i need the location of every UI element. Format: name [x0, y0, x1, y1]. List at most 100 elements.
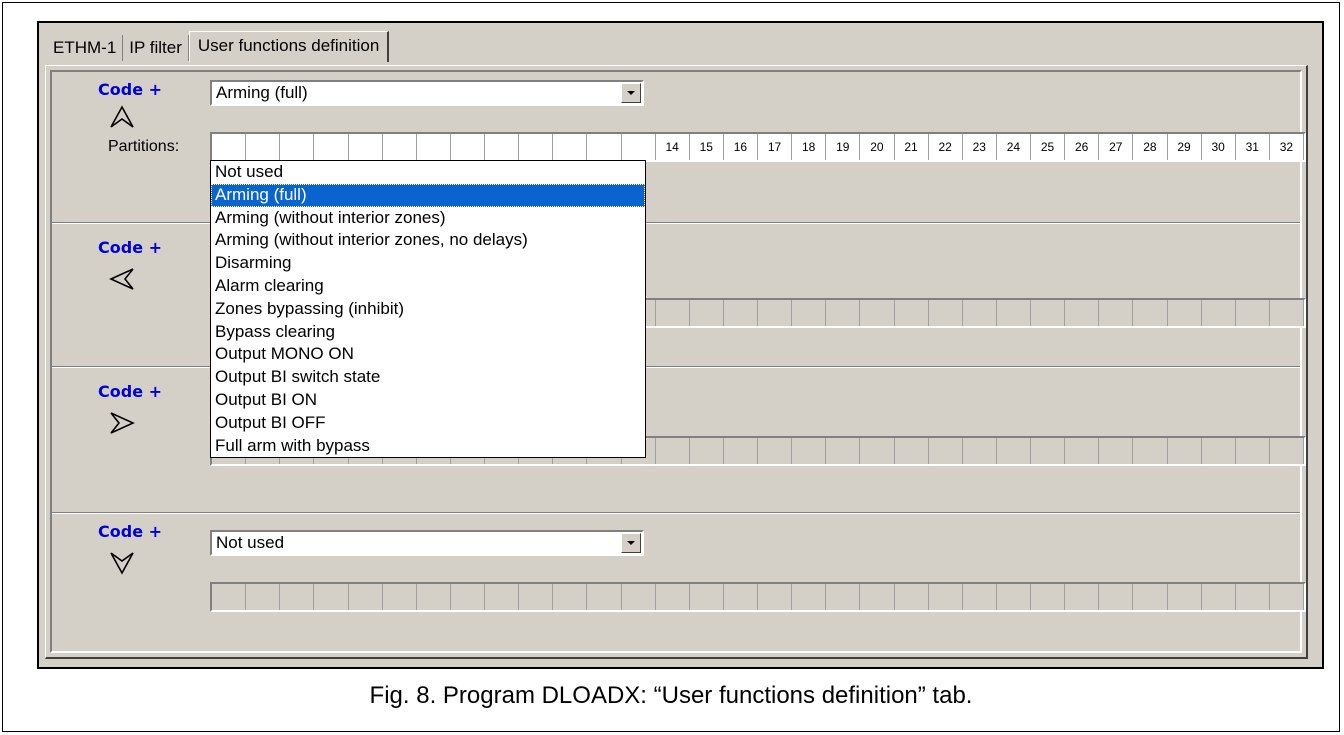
chevron-down-icon[interactable] — [621, 533, 641, 553]
partition-cell[interactable]: 23 — [963, 134, 997, 160]
partition-cell[interactable] — [656, 300, 690, 326]
partition-cell[interactable] — [519, 584, 554, 610]
partition-cell[interactable] — [587, 584, 622, 610]
partition-cell[interactable] — [656, 584, 690, 610]
partition-cell[interactable]: 17 — [758, 134, 793, 160]
partition-cell[interactable] — [724, 584, 758, 610]
partition-cell[interactable]: 28 — [1133, 134, 1168, 160]
partition-cell[interactable] — [963, 300, 997, 326]
partition-cell[interactable] — [1099, 584, 1134, 610]
function-dropdown-list[interactable]: Not used Arming (full) Arming (without int… — [210, 160, 646, 459]
partition-cell[interactable] — [1031, 584, 1066, 610]
partition-cell[interactable]: 26 — [1065, 134, 1100, 160]
partition-cell[interactable] — [1133, 438, 1168, 464]
partition-cell[interactable] — [349, 134, 383, 160]
function-select[interactable]: Arming (full) — [210, 80, 644, 106]
partition-cell[interactable] — [246, 134, 281, 160]
partition-cell[interactable] — [963, 438, 997, 464]
partition-cell[interactable] — [929, 584, 963, 610]
partition-cell[interactable] — [860, 584, 895, 610]
partition-cell[interactable] — [690, 584, 724, 610]
partition-cell[interactable] — [587, 134, 622, 160]
partition-cell[interactable] — [724, 438, 758, 464]
partition-cell[interactable] — [656, 438, 690, 464]
partition-cell[interactable] — [280, 584, 315, 610]
partition-cell[interactable] — [997, 584, 1031, 610]
partition-cell[interactable] — [451, 134, 485, 160]
dropdown-option[interactable]: Arming (without interior zones) — [211, 207, 645, 230]
partition-cell[interactable] — [622, 134, 656, 160]
partition-cell[interactable] — [349, 584, 383, 610]
partition-cell[interactable] — [280, 134, 315, 160]
partition-cell[interactable] — [1065, 584, 1100, 610]
partition-cell[interactable] — [1270, 584, 1304, 610]
partition-cell[interactable] — [622, 584, 656, 610]
partition-cell[interactable] — [1270, 300, 1304, 326]
partition-cell[interactable] — [895, 300, 929, 326]
partition-cell[interactable] — [963, 584, 997, 610]
function-select[interactable]: Not used — [210, 530, 644, 556]
partition-cell[interactable] — [383, 584, 417, 610]
partition-cell[interactable] — [758, 300, 793, 326]
partition-cell[interactable] — [1236, 584, 1270, 610]
partition-cell[interactable] — [1202, 300, 1236, 326]
partition-cell[interactable] — [826, 300, 861, 326]
partition-cell[interactable] — [212, 584, 247, 610]
dropdown-option[interactable]: Output BI ON — [211, 389, 645, 412]
partition-cell[interactable]: 29 — [1168, 134, 1202, 160]
partition-cell[interactable] — [895, 438, 929, 464]
partition-cell[interactable] — [212, 134, 247, 160]
partition-cell[interactable] — [997, 438, 1031, 464]
dropdown-option[interactable]: Output BI OFF — [211, 412, 645, 435]
partition-cell[interactable] — [895, 584, 929, 610]
partition-cell[interactable] — [1133, 584, 1168, 610]
partition-cell[interactable] — [724, 300, 758, 326]
partition-cell[interactable] — [1202, 584, 1236, 610]
partition-cell[interactable] — [485, 584, 520, 610]
partition-cell[interactable] — [417, 584, 451, 610]
partition-cell[interactable] — [792, 300, 827, 326]
partition-cell[interactable] — [860, 300, 895, 326]
partition-cell[interactable] — [1168, 438, 1202, 464]
partition-cell[interactable] — [1168, 584, 1202, 610]
partition-cell[interactable] — [997, 300, 1031, 326]
dropdown-option[interactable]: Zones bypassing (inhibit) — [211, 298, 645, 321]
partition-cell[interactable]: 18 — [792, 134, 827, 160]
dropdown-option[interactable]: Full arm with bypass — [211, 435, 645, 458]
partition-cell[interactable] — [1065, 438, 1100, 464]
dropdown-option[interactable]: Disarming — [211, 252, 645, 275]
dropdown-option[interactable]: Output MONO ON — [211, 343, 645, 366]
tab-user-functions[interactable]: User functions definition — [188, 31, 390, 62]
partition-cell[interactable] — [1236, 438, 1270, 464]
dropdown-option[interactable]: Not used — [211, 161, 645, 184]
partition-cell[interactable]: 14 — [656, 134, 690, 160]
partition-cell[interactable] — [690, 438, 724, 464]
partition-cell[interactable]: 15 — [690, 134, 724, 160]
partition-cell[interactable] — [758, 438, 793, 464]
partition-cell[interactable] — [1202, 438, 1236, 464]
partition-cell[interactable] — [690, 300, 724, 326]
partition-cell[interactable] — [519, 134, 554, 160]
partition-cell[interactable] — [451, 584, 485, 610]
dropdown-option[interactable]: Arming (full) — [211, 183, 645, 207]
partition-cell[interactable] — [792, 584, 827, 610]
partition-cell[interactable] — [383, 134, 417, 160]
partition-cell[interactable] — [314, 134, 349, 160]
partition-cell[interactable]: 20 — [860, 134, 895, 160]
partition-cell[interactable]: 22 — [929, 134, 963, 160]
tab-ip-filter[interactable]: IP filter — [123, 35, 189, 61]
partition-cell[interactable] — [1270, 438, 1304, 464]
partition-cell[interactable]: 31 — [1236, 134, 1270, 160]
partition-cell[interactable] — [929, 438, 963, 464]
dropdown-option[interactable]: Output BI switch state — [211, 366, 645, 389]
partition-cell[interactable] — [485, 134, 520, 160]
partition-cell[interactable] — [553, 584, 588, 610]
dropdown-option[interactable]: Alarm clearing — [211, 275, 645, 298]
partition-cell[interactable] — [1099, 438, 1134, 464]
partition-cell[interactable] — [826, 438, 861, 464]
partition-cell[interactable] — [246, 584, 281, 610]
partition-cell[interactable] — [1031, 300, 1066, 326]
tab-ethm1[interactable]: ETHM-1 — [47, 35, 124, 61]
partition-cell[interactable] — [1065, 300, 1100, 326]
partition-cell[interactable] — [553, 134, 588, 160]
